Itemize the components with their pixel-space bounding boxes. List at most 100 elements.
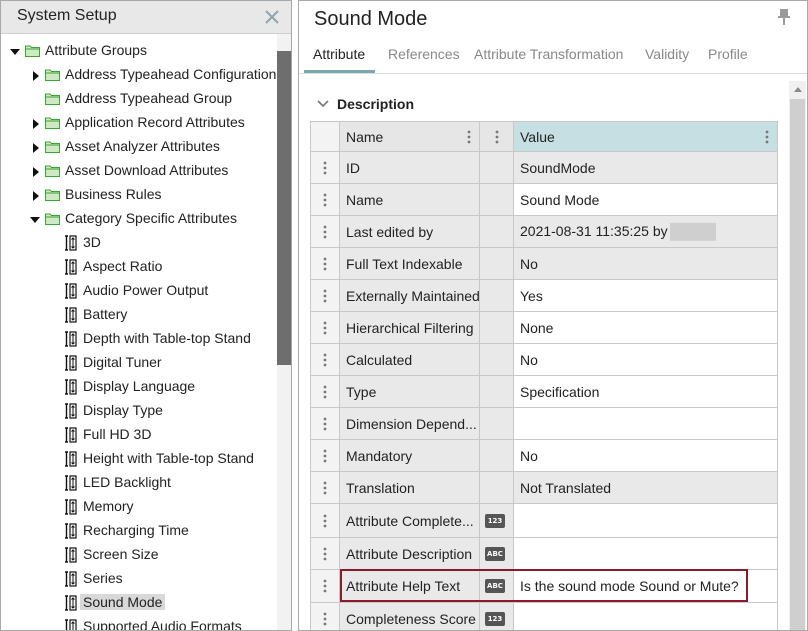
column-header-name-cell[interactable]: Name <box>340 121 480 152</box>
tree-item-attribute[interactable]: Display Language <box>1 377 277 399</box>
tree-item-label: Digital Tuner <box>83 354 162 370</box>
row-handle[interactable] <box>310 152 340 184</box>
row-value-cell[interactable]: No <box>514 440 778 472</box>
tree-item-group[interactable]: Asset Download Attributes <box>1 161 277 183</box>
expand-arrow-icon[interactable] <box>31 119 41 129</box>
row-handle-icon[interactable] <box>323 161 327 175</box>
attribute-icon <box>65 619 77 630</box>
row-handle[interactable] <box>310 408 340 440</box>
row-value-cell[interactable] <box>514 408 778 440</box>
row-handle[interactable] <box>310 248 340 280</box>
tree-item-attribute[interactable]: Memory <box>1 497 277 519</box>
row-handle[interactable] <box>310 216 340 248</box>
column-header-value-cell[interactable]: Value <box>514 121 778 152</box>
tree-item-attribute[interactable]: Audio Power Output <box>1 281 277 303</box>
row-value-cell: 2021-08-31 11:35:25 by <box>514 216 778 248</box>
tree-item-label: Application Record Attributes <box>65 114 245 130</box>
close-icon[interactable] <box>263 8 281 26</box>
tree-item-attribute[interactable]: LED Backlight <box>1 473 277 495</box>
tab-validity[interactable]: Validity <box>645 46 689 62</box>
folder-icon <box>45 93 60 105</box>
row-name-cell: Attribute Help Text <box>340 570 480 603</box>
tree-item-attribute[interactable]: 3D <box>1 233 277 255</box>
column-menu-icon[interactable] <box>495 130 499 144</box>
row-value-cell[interactable]: Sound Mode <box>514 184 778 216</box>
row-value-cell[interactable]: None <box>514 312 778 344</box>
row-value-cell[interactable] <box>514 504 778 538</box>
row-handle[interactable] <box>310 184 340 216</box>
tree-item-group[interactable]: Address Typeahead Group <box>1 89 277 111</box>
row-handle-icon[interactable] <box>323 321 327 335</box>
expand-arrow-icon[interactable] <box>31 71 41 81</box>
row-handle-icon[interactable] <box>323 225 327 239</box>
row-handle-icon[interactable] <box>323 612 327 626</box>
row-value-cell[interactable]: No <box>514 344 778 376</box>
row-handle[interactable] <box>310 538 340 570</box>
tree-item-group[interactable]: Category Specific Attributes <box>1 209 277 231</box>
tree-item-attribute[interactable]: Battery <box>1 305 277 327</box>
expand-arrow-icon[interactable] <box>31 143 41 153</box>
tab-attribute-transformation[interactable]: Attribute Transformation <box>474 46 623 62</box>
tree-item-attribute[interactable]: Screen Size <box>1 545 277 567</box>
row-type-cell: ABC <box>480 570 514 603</box>
tree-item-attribute[interactable]: Display Type <box>1 401 277 423</box>
tab-references[interactable]: References <box>388 46 460 62</box>
row-handle-icon[interactable] <box>323 514 327 528</box>
column-menu-icon[interactable] <box>765 130 769 144</box>
tree-item-group[interactable]: Attribute Groups <box>1 41 277 63</box>
scroll-up-icon[interactable] <box>793 85 803 93</box>
column-header-type-cell[interactable] <box>480 121 514 152</box>
tree-item-attribute[interactable]: Series <box>1 569 277 591</box>
tree-item-group[interactable]: Business Rules <box>1 185 277 207</box>
tree-item-attribute[interactable]: Full HD 3D <box>1 425 277 447</box>
row-handle-icon[interactable] <box>323 193 327 207</box>
row-handle-icon[interactable] <box>323 449 327 463</box>
tree-item-attribute[interactable]: Depth with Table-top Stand <box>1 329 277 351</box>
row-value-cell[interactable]: Yes <box>514 280 778 312</box>
row-handle[interactable] <box>310 312 340 344</box>
row-handle[interactable] <box>310 344 340 376</box>
row-value-cell[interactable] <box>514 538 778 570</box>
tree-item-attribute[interactable]: Recharging Time <box>1 521 277 543</box>
tree-scrollbar-thumb[interactable] <box>277 51 291 365</box>
tree-item-attribute[interactable]: Height with Table-top Stand <box>1 449 277 471</box>
redacted-user <box>669 222 716 241</box>
tree-item-attribute[interactable]: Aspect Ratio <box>1 257 277 279</box>
row-value-cell[interactable]: Is the sound mode Sound or Mute? <box>514 570 778 603</box>
row-handle[interactable] <box>310 603 340 630</box>
row-name: Attribute Help Text <box>346 578 461 594</box>
row-handle[interactable] <box>310 376 340 408</box>
tree-item-group[interactable]: Asset Analyzer Attributes <box>1 137 277 159</box>
row-handle-icon[interactable] <box>323 353 327 367</box>
row-value-cell: No <box>514 248 778 280</box>
collapse-arrow-icon[interactable] <box>30 215 40 225</box>
row-handle-icon[interactable] <box>323 257 327 271</box>
tree-item-attribute[interactable]: Sound Mode <box>1 593 277 615</box>
column-menu-icon[interactable] <box>467 130 471 144</box>
row-handle[interactable] <box>310 472 340 504</box>
tab-attribute[interactable]: Attribute <box>313 46 365 62</box>
row-handle[interactable] <box>310 280 340 312</box>
pin-icon[interactable] <box>777 8 791 26</box>
tab-profile[interactable]: Profile <box>708 46 748 62</box>
row-handle[interactable] <box>310 504 340 538</box>
editor-scrollbar-thumb[interactable] <box>790 99 805 630</box>
row-handle[interactable] <box>310 570 340 603</box>
row-handle[interactable] <box>310 440 340 472</box>
section-title: Description <box>337 96 415 112</box>
row-handle-icon[interactable] <box>323 417 327 431</box>
tree-item-group[interactable]: Application Record Attributes <box>1 113 277 135</box>
row-handle-icon[interactable] <box>323 547 327 561</box>
row-handle-icon[interactable] <box>323 385 327 399</box>
row-value-cell[interactable] <box>514 603 778 630</box>
expand-arrow-icon[interactable] <box>31 167 41 177</box>
tree-item-attribute[interactable]: Supported Audio Formats <box>1 617 277 630</box>
tree-item-attribute[interactable]: Digital Tuner <box>1 353 277 375</box>
collapse-arrow-icon[interactable] <box>10 47 20 57</box>
tree-item-group[interactable]: Address Typeahead Configuration A <box>1 65 289 87</box>
row-handle-icon[interactable] <box>323 481 327 495</box>
expand-arrow-icon[interactable] <box>31 191 41 201</box>
row-value-cell[interactable]: Specification <box>514 376 778 408</box>
row-handle-icon[interactable] <box>323 289 327 303</box>
row-handle-icon[interactable] <box>323 579 327 593</box>
